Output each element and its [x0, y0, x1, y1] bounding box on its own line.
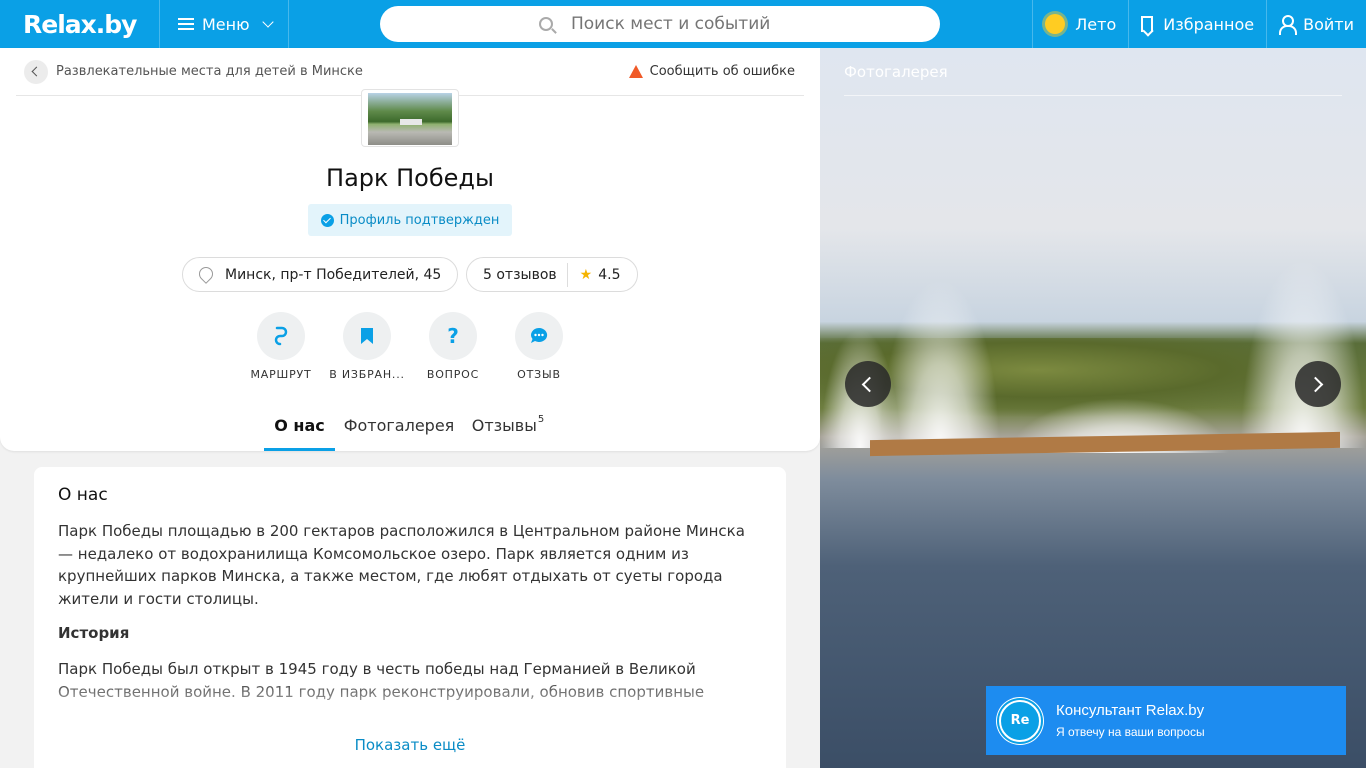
report-error-label: Сообщить об ошибке	[649, 64, 795, 79]
header-actions: Лето Избранное Войти	[1032, 0, 1366, 48]
season-button[interactable]: Лето	[1032, 0, 1128, 48]
history-heading: История	[58, 624, 130, 642]
login-button[interactable]: Войти	[1266, 0, 1366, 48]
park-photo	[368, 93, 452, 145]
place-thumbnail[interactable]	[361, 89, 459, 147]
season-label: Лето	[1075, 14, 1117, 34]
review-label: ОТЗЫВ	[517, 368, 561, 381]
verified-check-icon	[320, 213, 334, 227]
consultant-title: Консультант Relax.by	[1056, 702, 1205, 719]
verified-badge: Профиль подтвержден	[308, 204, 512, 236]
search-box[interactable]	[380, 6, 940, 42]
place-tabs: О нас Фотогалерея Отзывы 5	[0, 400, 820, 451]
address-pill[interactable]: Минск, пр-т Победителей, 45	[182, 257, 458, 292]
user-icon	[1279, 15, 1298, 35]
star-icon: ★	[579, 266, 593, 283]
route-icon	[257, 312, 305, 360]
hamburger-icon	[178, 18, 194, 30]
tab-gallery[interactable]: Фотогалерея	[343, 400, 455, 451]
search-input[interactable]	[571, 14, 781, 34]
gallery-heading: Фотогалерея	[844, 48, 1342, 96]
address-text: Минск, пр-т Победителей, 45	[225, 266, 442, 283]
tab-about[interactable]: О нас	[264, 400, 335, 451]
bookmark-icon	[343, 312, 391, 360]
page-title: Парк Победы	[326, 164, 494, 192]
show-more-link[interactable]: Показать ещё	[34, 736, 786, 754]
review-button[interactable]: ОТЗЫВ	[496, 312, 582, 381]
rating-value: 4.5	[598, 266, 621, 283]
consultant-subtitle: Я отвечу на ваши вопросы	[1056, 725, 1205, 739]
favorites-label: Избранное	[1163, 14, 1255, 34]
relax-logo[interactable]: Relax.by	[0, 0, 160, 48]
back-icon[interactable]	[24, 59, 48, 84]
question-button[interactable]: ? ВОПРОС	[410, 312, 496, 381]
fountain-spray	[1240, 258, 1366, 448]
photo-gallery: Фотогалерея	[820, 48, 1366, 768]
warning-icon	[628, 65, 643, 78]
about-paragraph: Парк Победы площадью в 200 гектаров расп…	[58, 522, 745, 608]
about-heading: О нас	[58, 485, 108, 505]
menu-button[interactable]: Меню	[160, 0, 289, 48]
question-label: ВОПРОС	[426, 368, 480, 381]
consultant-widget[interactable]: Re Консультант Relax.by Я отвечу на ваши…	[986, 686, 1346, 755]
route-label: МАРШРУТ	[250, 368, 312, 381]
tab-reviews[interactable]: Отзывы 5	[470, 400, 546, 451]
report-error-link[interactable]: Сообщить об ошибке	[628, 64, 804, 79]
place-card: Развлекательные места для детей в Минске…	[0, 48, 820, 451]
gallery-prev-button[interactable]	[845, 361, 891, 407]
tab-gallery-label: Фотогалерея	[343, 416, 455, 435]
consultant-avatar: Re	[996, 696, 1044, 745]
question-icon: ?	[429, 312, 477, 360]
verified-label: Профиль подтвержден	[339, 212, 500, 228]
bookmark-icon	[1141, 16, 1154, 32]
reviews-pill[interactable]: 5 отзывов ★ 4.5	[466, 257, 638, 292]
menu-label: Меню	[202, 14, 250, 34]
favorites-button[interactable]: Избранное	[1128, 0, 1266, 48]
breadcrumb-link[interactable]: Развлекательные места для детей в Минске	[56, 64, 363, 79]
about-section: О нас Парк Победы площадью в 200 гектаро…	[34, 467, 786, 768]
sun-icon	[1045, 14, 1066, 34]
login-label: Войти	[1303, 14, 1354, 34]
top-navbar: Relax.by Меню Лето Избранное Войти	[0, 0, 1366, 48]
consultant-text: Консультант Relax.by Я отвечу на ваши во…	[1056, 702, 1205, 739]
route-button[interactable]: МАРШРУТ	[238, 312, 324, 381]
favorites-action-label: В ИЗБРАН...	[329, 368, 405, 381]
map-pin-icon	[199, 267, 211, 283]
divider	[566, 262, 568, 287]
gallery-next-button[interactable]	[1295, 361, 1341, 407]
avatar-text: Re	[999, 699, 1041, 742]
add-to-favorites-button[interactable]: В ИЗБРАН...	[324, 312, 410, 381]
reviews-count-text: 5 отзывов	[483, 266, 557, 283]
chevron-down-icon	[261, 16, 274, 28]
tab-reviews-label: Отзывы	[471, 416, 537, 435]
chat-icon	[515, 312, 563, 360]
tab-reviews-count: 5	[537, 414, 545, 425]
search-icon	[539, 17, 553, 31]
tab-about-label: О нас	[274, 416, 325, 435]
